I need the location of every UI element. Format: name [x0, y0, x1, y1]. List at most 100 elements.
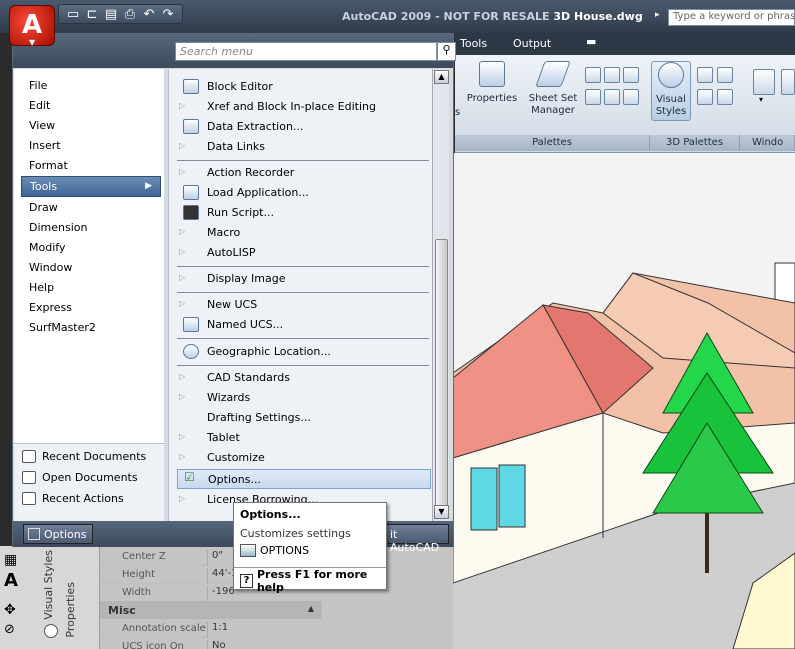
palette-circle-icon[interactable] [44, 624, 58, 638]
layer-properties-icon[interactable] [623, 89, 639, 105]
submenu-options[interactable]: ☑ Options... [177, 469, 431, 489]
application-button[interactable]: A ▼ [9, 5, 55, 47]
help-search-input[interactable]: Type a keyword or phrase [668, 9, 795, 26]
shapes-icon[interactable]: ⊘ [4, 622, 15, 637]
help-icon: ? [240, 573, 253, 588]
menu-item-tools[interactable]: Tools ▶ [21, 176, 161, 197]
submenu-macro[interactable]: ▷ Macro [177, 223, 431, 243]
visual-styles-button[interactable]: Visual Styles [651, 61, 691, 121]
menu-item-surfmaster2[interactable]: SurfMaster2 [21, 319, 161, 337]
submenu-scrollbar[interactable]: ▲ ▼ [432, 69, 449, 521]
markup-icon[interactable] [623, 67, 639, 83]
submenu-data-links[interactable]: ▷ Data Links [177, 137, 431, 157]
open-documents-button[interactable]: Open Documents [22, 471, 138, 484]
menu-item-file[interactable]: File [21, 77, 161, 95]
materials-icon[interactable] [697, 67, 713, 83]
options-button[interactable]: Options [23, 524, 93, 544]
submenu-xref[interactable]: ▷ Xref and Block In-place Editing [177, 97, 431, 117]
menu-item-view[interactable]: View [21, 117, 161, 135]
dropdown-arrow-icon[interactable]: ▾ [759, 95, 769, 105]
recent-documents-button[interactable]: Recent Documents [22, 450, 146, 463]
menu-item-draw[interactable]: Draw [21, 199, 161, 217]
collapse-icon[interactable]: ▲ [308, 604, 314, 613]
menu-item-edit[interactable]: Edit [21, 97, 161, 115]
menu-category-list: File Edit View Insert Format Tools ▶ Dra… [14, 69, 164, 474]
tooltip-title: Options... [240, 508, 301, 521]
open-icon[interactable]: ⊏ [84, 7, 100, 22]
submenu-action-recorder[interactable]: ▷ Action Recorder [177, 163, 431, 183]
property-value[interactable]: -196 [207, 586, 235, 602]
submenu-customize[interactable]: ▷ Customize [177, 448, 431, 468]
scroll-up-icon[interactable]: ▲ [434, 70, 449, 84]
search-arrow-icon[interactable]: ▸ [655, 10, 660, 20]
tool-palettes-icon[interactable] [585, 67, 601, 83]
property-value[interactable]: 1:1 [207, 622, 228, 638]
submenu-drafting-settings[interactable]: Drafting Settings... [177, 408, 431, 428]
tab-tools[interactable]: Tools [460, 37, 487, 50]
scroll-down-icon[interactable]: ▼ [434, 505, 449, 519]
submenu-arrow-icon: ▷ [179, 494, 186, 503]
menu-item-dimension[interactable]: Dimension [21, 219, 161, 237]
submenu-run-script[interactable]: Run Script... [177, 203, 431, 223]
menu-item-window[interactable]: Window [21, 259, 161, 277]
run-script-icon [183, 205, 199, 220]
submenu-load-application[interactable]: Load Application... [177, 183, 431, 203]
new-icon[interactable]: ▭ [65, 7, 81, 22]
submenu-new-ucs[interactable]: ▷ New UCS [177, 295, 431, 315]
property-value[interactable]: No [207, 640, 226, 649]
properties-button[interactable]: Properties [465, 61, 519, 105]
submenu-data-extraction[interactable]: Data Extraction... [177, 117, 431, 137]
dbconnect-icon[interactable] [585, 89, 601, 105]
tab-output[interactable]: Output [513, 37, 551, 50]
submenu-label: Customize [207, 451, 265, 464]
save-icon[interactable]: ▤ [103, 7, 119, 22]
submenu-autolisp[interactable]: ▷ AutoLISP [177, 243, 431, 263]
sheet-set-manager-button[interactable]: Sheet Set Manager [525, 61, 581, 117]
misc-section-header[interactable]: Misc ▲ [100, 601, 322, 619]
submenu-geographic-location[interactable]: Geographic Location... [177, 342, 431, 362]
ribbon-minimize-icon[interactable]: ▬ [586, 35, 596, 48]
menu-item-express[interactable]: Express [21, 299, 161, 317]
search-icon[interactable]: ⚲ [437, 42, 456, 61]
text-icon[interactable]: A [4, 570, 18, 591]
submenu-wizards[interactable]: ▷ Wizards [177, 388, 431, 408]
menu-search-input[interactable]: Search menu [175, 42, 437, 61]
submenu-arrow-icon: ▷ [179, 452, 186, 461]
menu-item-insert[interactable]: Insert [21, 137, 161, 155]
chevron-down-icon: ▼ [29, 38, 36, 47]
submenu-tablet[interactable]: ▷ Tablet [177, 428, 431, 448]
exit-autocad-button[interactable]: it AutoCAD [383, 524, 449, 554]
undo-icon[interactable]: ↶ [141, 7, 157, 22]
ribbon-fragment: s [455, 107, 461, 118]
move-icon[interactable]: ✥ [4, 602, 16, 618]
render-icon[interactable] [697, 89, 713, 105]
quickcalc-icon[interactable] [604, 89, 620, 105]
lights-icon[interactable] [717, 67, 733, 83]
menu-item-modify[interactable]: Modify [21, 239, 161, 257]
recent-actions-button[interactable]: Recent Actions [22, 492, 124, 505]
redo-icon[interactable]: ↷ [160, 7, 176, 22]
submenu-named-ucs[interactable]: Named UCS... [177, 315, 431, 335]
property-value[interactable]: 0" [207, 550, 223, 566]
window-tile-icon[interactable] [781, 69, 795, 95]
title-bar: ▭ ⊏ ▤ ⎙ ↶ ↷ AutoCAD 2009 - NOT FOR RESAL… [0, 0, 795, 33]
submenu-cad-standards[interactable]: ▷ CAD Standards [177, 368, 431, 388]
submenu-display-image[interactable]: ▷ Display Image [177, 269, 431, 289]
window-cascade-icon[interactable] [753, 69, 775, 95]
drawing-viewport[interactable] [453, 153, 795, 649]
options-command-icon [240, 544, 256, 557]
properties-tab[interactable]: Properties [64, 582, 77, 638]
scroll-thumb[interactable] [435, 239, 448, 509]
design-center-icon[interactable] [604, 67, 620, 83]
submenu-block-editor[interactable]: Block Editor [177, 77, 431, 97]
grid-icon[interactable]: ▦ [4, 552, 17, 568]
palettes-3d-panel-label: 3D Palettes [650, 135, 740, 151]
advanced-render-icon[interactable] [717, 89, 733, 105]
menu-item-help[interactable]: Help [21, 279, 161, 297]
separator [177, 338, 429, 339]
plot-icon[interactable]: ⎙ [122, 7, 138, 22]
window-title: AutoCAD 2009 - NOT FOR RESALE 3D House.d… [342, 10, 643, 23]
tooltip-help: ? Press F1 for more help [234, 567, 386, 594]
visual-styles-tab[interactable]: Visual Styles [42, 550, 55, 620]
menu-item-format[interactable]: Format [21, 157, 161, 175]
